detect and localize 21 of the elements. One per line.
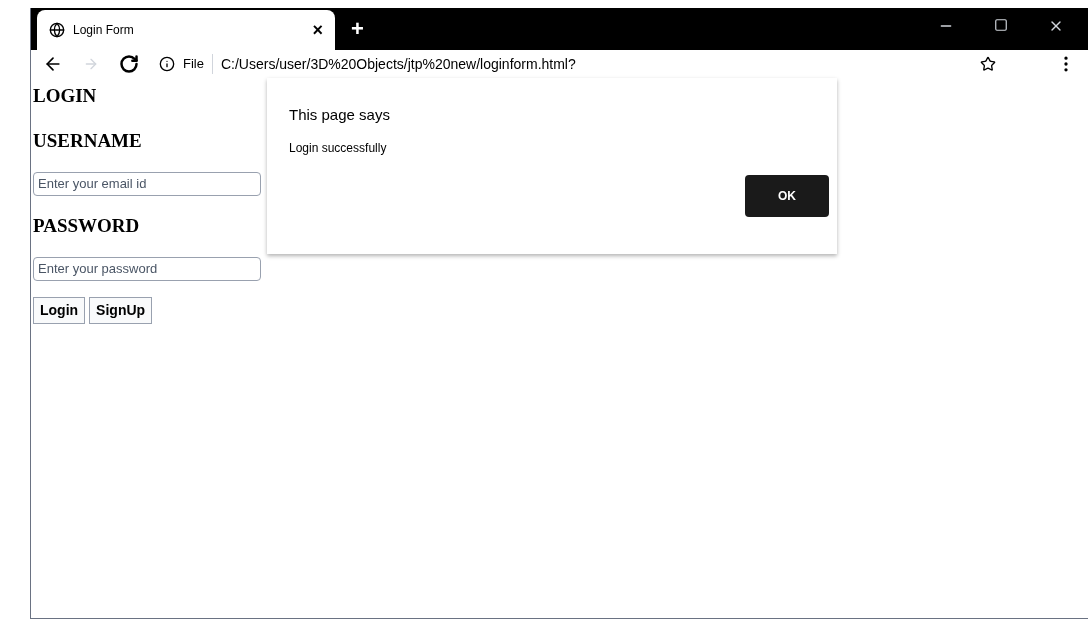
info-icon	[159, 56, 175, 72]
bookmark-star-icon[interactable]	[980, 56, 996, 72]
form-button[interactable]: SignUp	[89, 296, 153, 324]
browser-tab[interactable]: Login Form ×	[37, 10, 335, 50]
field-label: USERNAME	[33, 128, 142, 153]
field-label: PASSWORD	[33, 213, 140, 238]
form-button[interactable]: Login	[33, 296, 86, 324]
ok-button[interactable]: OK	[745, 174, 829, 217]
tab-title: Login Form	[73, 22, 135, 39]
scheme-label: File	[183, 54, 213, 74]
dialog-title: This page says	[289, 105, 391, 125]
new-tab-button[interactable]: +	[351, 18, 364, 40]
maximize-icon[interactable]	[994, 18, 1008, 32]
globe-icon	[49, 22, 65, 38]
input-field[interactable]: Enter your email id	[33, 171, 261, 196]
tab-close-button[interactable]: ×	[312, 21, 323, 39]
input-field[interactable]: Enter your password	[33, 256, 261, 281]
reload-icon[interactable]	[119, 54, 139, 74]
login-heading: LOGIN	[33, 84, 97, 108]
address-field[interactable]: C:/Users/user/3D%20Objects/jtp%20new/loginform.html?	[220, 53, 576, 75]
dialog-message: Login successfully	[289, 139, 388, 157]
